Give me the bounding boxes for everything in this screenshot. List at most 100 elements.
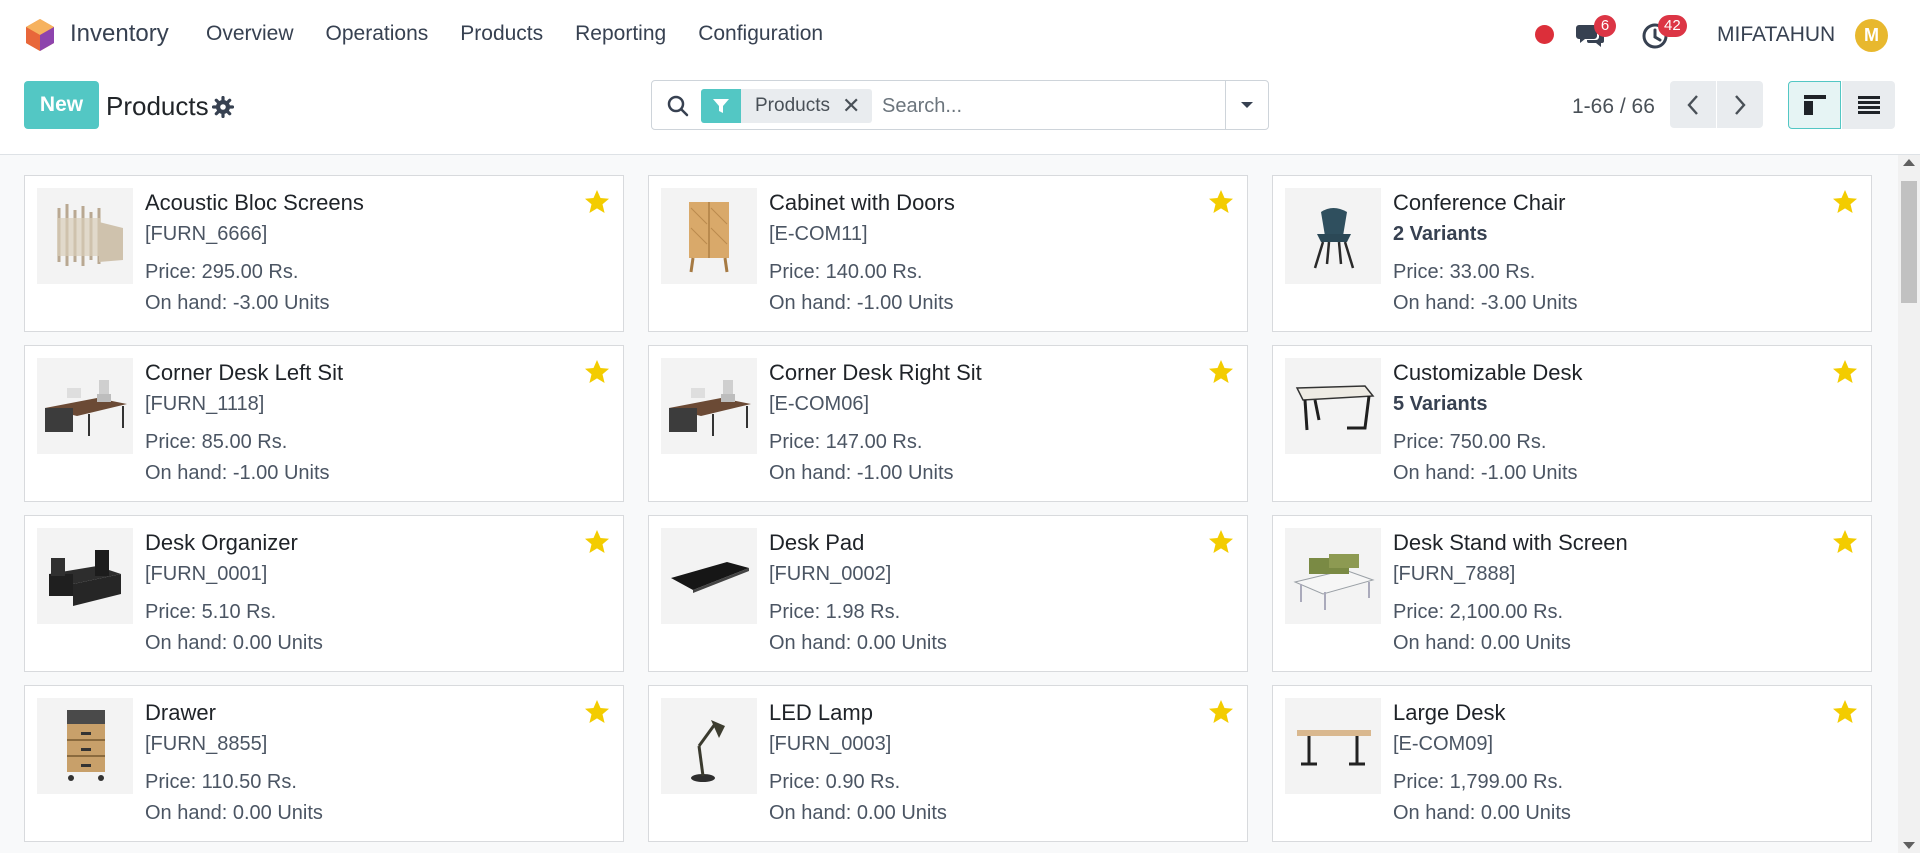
product-card[interactable]: Large Desk [E-COM09] Price: 1,799.00 Rs. On… [1272,685,1872,842]
product-card[interactable]: Corner Desk Right Sit [E-COM06] Price: 147… [648,345,1248,502]
user-avatar[interactable]: M [1855,19,1888,52]
product-price: Price: 750.00 Rs. [1393,431,1547,453]
product-price: Price: 140.00 Rs. [769,261,923,283]
menu-reporting[interactable]: Reporting [575,22,666,46]
app-name[interactable]: Inventory [70,20,169,48]
pager-previous-button[interactable] [1670,81,1716,128]
product-image [661,528,757,624]
product-card[interactable]: Cabinet with Doors [E-COM11] Price: 140.00… [648,175,1248,332]
product-reference: [FURN_0001] [145,563,268,585]
filter-icon [701,89,741,123]
product-price: Price: 2,100.00 Rs. [1393,601,1564,623]
list-view-button[interactable] [1842,81,1895,129]
record-status-icon[interactable] [1535,25,1554,44]
product-image [37,528,133,624]
star-favorite-icon[interactable] [583,528,611,556]
page-title: Products [106,91,209,121]
star-favorite-icon[interactable] [1207,358,1235,386]
product-on-hand: On hand: -1.00 Units [145,462,330,484]
product-name: Cabinet with Doors [769,190,955,215]
star-favorite-icon[interactable] [1831,528,1859,556]
product-name: Large Desk [1393,700,1506,725]
pager-value[interactable]: 1-66 / 66 [1572,95,1655,119]
scrollbar[interactable] [1898,155,1920,853]
product-on-hand: On hand: 0.00 Units [1393,802,1571,824]
kanban-view-icon [1803,95,1826,115]
kanban-view-button[interactable] [1788,81,1841,129]
list-view-icon [1857,96,1880,114]
product-price: Price: 0.90 Rs. [769,771,901,793]
menu-configuration[interactable]: Configuration [698,22,823,46]
product-variants: 2 Variants [1393,223,1488,245]
product-reference: [FURN_6666] [145,223,268,245]
product-name: Corner Desk Right Sit [769,360,982,385]
product-card[interactable]: Conference Chair 2 Variants Price: 33.00 R… [1272,175,1872,332]
product-card[interactable]: LED Lamp [FURN_0003] Price: 0.90 Rs. On han… [648,685,1248,842]
product-variants: 5 Variants [1393,393,1488,415]
product-price: Price: 1,799.00 Rs. [1393,771,1564,793]
product-name: LED Lamp [769,700,873,725]
product-price: Price: 33.00 Rs. [1393,261,1536,283]
product-name: Desk Pad [769,530,865,555]
scrollbar-thumb[interactable] [1901,181,1917,303]
product-card[interactable]: Desk Pad [FURN_0002] Price: 1.98 Rs. On han… [648,515,1248,672]
chevron-right-icon [1735,94,1746,115]
scroll-up-arrow[interactable] [1903,159,1915,166]
product-image [1285,698,1381,794]
product-card[interactable]: Customizable Desk 5 Variants Price: 750.00… [1272,345,1872,502]
menu-operations[interactable]: Operations [326,22,429,46]
activities-count-badge: 42 [1658,15,1687,37]
new-button[interactable]: New [24,81,99,129]
product-on-hand: On hand: 0.00 Units [1393,632,1571,654]
menu-overview[interactable]: Overview [206,22,294,46]
product-on-hand: On hand: 0.00 Units [145,802,323,824]
facet-remove-icon[interactable]: ✕ [842,93,872,119]
product-image [37,358,133,454]
gear-icon[interactable] [212,96,234,118]
menu-products[interactable]: Products [460,22,543,46]
product-on-hand: On hand: 0.00 Units [769,802,947,824]
pager-next-button[interactable] [1717,81,1763,128]
product-card[interactable]: Desk Stand with Screen [FURN_7888] Price: … [1272,515,1872,672]
product-image [1285,528,1381,624]
main-menu: Overview Operations Products Reporting C… [206,22,855,46]
search-icon[interactable] [666,94,690,118]
user-name[interactable]: MIFATAHUN [1717,23,1835,47]
product-price: Price: 147.00 Rs. [769,431,923,453]
star-favorite-icon[interactable] [1831,188,1859,216]
search-bar: Products ✕ [651,80,1269,130]
search-options-toggle[interactable] [1225,81,1268,129]
star-favorite-icon[interactable] [1207,698,1235,726]
star-favorite-icon[interactable] [1207,188,1235,216]
star-favorite-icon[interactable] [583,698,611,726]
product-on-hand: On hand: 0.00 Units [769,632,947,654]
product-card[interactable]: Drawer [FURN_8855] Price: 110.50 Rs. On han… [24,685,624,842]
product-price: Price: 295.00 Rs. [145,261,299,283]
product-card[interactable]: Corner Desk Left Sit [FURN_1118] Price: 85… [24,345,624,502]
product-reference: [FURN_1118] [145,393,265,415]
product-card[interactable]: Acoustic Bloc Screens [FURN_6666] Price: 2… [24,175,624,332]
scroll-down-arrow[interactable] [1903,842,1915,849]
search-input[interactable] [882,90,1212,122]
star-favorite-icon[interactable] [583,188,611,216]
star-favorite-icon[interactable] [583,358,611,386]
product-price: Price: 85.00 Rs. [145,431,288,453]
star-favorite-icon[interactable] [1207,528,1235,556]
product-reference: [FURN_8855] [145,733,268,755]
product-image [1285,358,1381,454]
star-favorite-icon[interactable] [1831,698,1859,726]
product-image [1285,188,1381,284]
star-favorite-icon[interactable] [1831,358,1859,386]
product-name: Conference Chair [1393,190,1566,215]
product-card[interactable]: Desk Organizer [FURN_0001] Price: 5.10 Rs.… [24,515,624,672]
product-reference: [E-COM11] [769,223,868,245]
product-image [661,358,757,454]
product-image [661,188,757,284]
product-reference: [FURN_0002] [769,563,892,585]
kanban-view: Acoustic Bloc Screens [FURN_6666] Price: 2… [0,155,1898,853]
product-image [37,188,133,284]
inventory-app-logo-icon[interactable] [24,18,56,52]
product-name: Corner Desk Left Sit [145,360,344,385]
caret-down-icon [1241,102,1253,108]
product-price: Price: 110.50 Rs. [145,771,297,793]
